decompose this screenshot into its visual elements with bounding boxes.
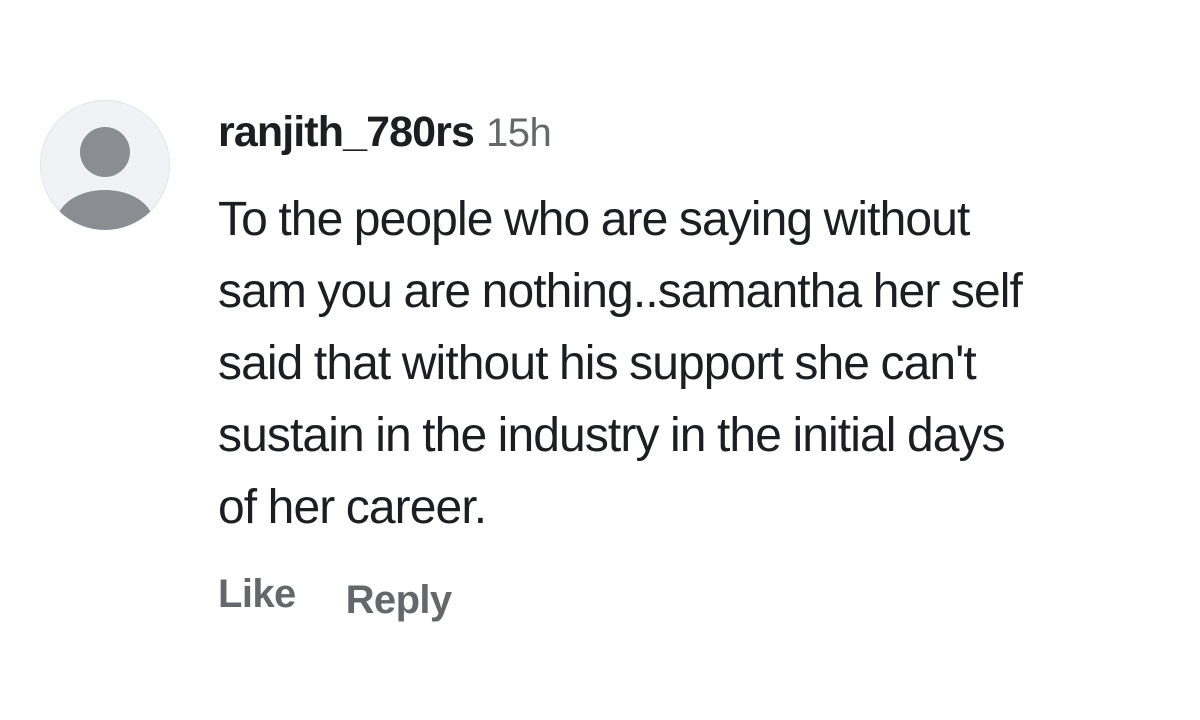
comment-actions: Like Reply <box>218 572 502 622</box>
comment-header: ranjith_780rs 15h <box>218 108 1193 172</box>
avatar[interactable] <box>40 100 170 230</box>
like-button[interactable]: Like <box>218 572 296 617</box>
reply-button[interactable]: Reply <box>346 578 453 623</box>
default-user-avatar-icon <box>57 127 153 230</box>
comment: ranjith_780rs 15h To the people who are … <box>0 0 1200 720</box>
comment-body: ranjith_780rs 15h To the people who are … <box>218 108 1193 544</box>
comment-text: To the people who are saying without sam… <box>218 193 1023 534</box>
username-link[interactable]: ranjith_780rs <box>218 108 475 157</box>
timestamp[interactable]: 15h <box>486 111 552 156</box>
